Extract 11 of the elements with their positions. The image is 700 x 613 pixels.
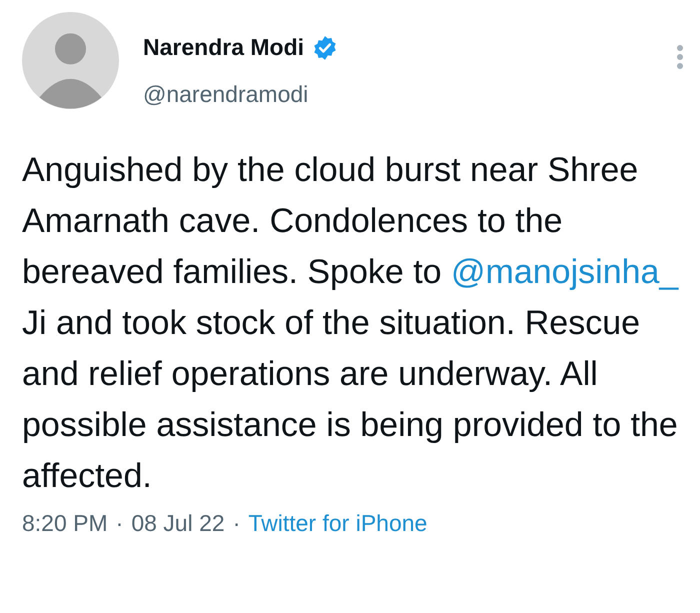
- more-options-icon[interactable]: [676, 44, 684, 70]
- source-link[interactable]: Twitter for iPhone: [248, 510, 428, 537]
- tweet-text: Anguished by the cloud burst near Shree Amarnath cave. Condolences to the bereaved families. Spoke to @manojsinha_ Ji and took stock of the situation. Rescue and relief operations are underway. All possible assistance is being provided to the affected.: [22, 150, 680, 497]
- tweet-time: 8:20 PM: [22, 510, 108, 537]
- avatar[interactable]: [22, 12, 119, 109]
- separator: ·: [116, 510, 124, 537]
- author-name[interactable]: Narendra Modi: [143, 34, 304, 61]
- tweet-date: 08 Jul 22: [131, 510, 225, 537]
- author-handle[interactable]: @narendramodi: [143, 81, 676, 108]
- mention-link[interactable]: @manojsinha_: [451, 253, 678, 291]
- separator: ·: [232, 510, 240, 537]
